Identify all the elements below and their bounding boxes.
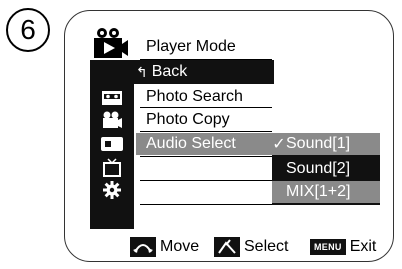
gear-icon[interactable]	[96, 180, 128, 200]
exit-label: Exit	[349, 238, 377, 255]
submenu-option-sound2[interactable]: Sound[2]	[272, 158, 380, 180]
menu-item-divider	[140, 107, 272, 108]
step-number-badge: 6	[6, 8, 50, 52]
checkmark-icon: ✓	[272, 136, 286, 153]
menu-item-audio-select[interactable]: Audio Select	[136, 133, 272, 155]
press-dial-icon	[214, 237, 240, 257]
camera-icon[interactable]	[96, 110, 128, 130]
submenu-option-mix[interactable]: MIX[1+2]	[272, 181, 380, 203]
back-menu-item[interactable]: ↰ Back	[90, 60, 274, 84]
footer-exit: MENU Exit	[310, 236, 376, 258]
empty-row-divider	[140, 204, 272, 205]
step-number: 6	[20, 14, 36, 45]
footer-move: Move	[130, 236, 199, 258]
submenu-option-sound1[interactable]: ✓ Sound[1]	[272, 133, 380, 155]
menu-key-icon: MENU	[310, 239, 346, 255]
submenu-option-label: Sound[2]	[286, 160, 351, 177]
menu-title: Player Mode	[146, 38, 236, 55]
submenu-option-label: MIX[1+2]	[286, 183, 351, 200]
move-label: Move	[160, 238, 200, 255]
footer-select: Select	[214, 236, 288, 258]
memory-card-icon[interactable]	[96, 134, 128, 154]
empty-row-divider	[140, 180, 272, 181]
audio-select-submenu: ✓ Sound[1] Sound[2] MIX[1+2]	[272, 133, 380, 205]
submenu-option-label: Sound[1]	[286, 135, 351, 152]
menu-item-audio-select-label: Audio Select	[146, 135, 236, 152]
select-label: Select	[244, 238, 289, 255]
rotate-dial-icon	[130, 237, 156, 257]
back-arrow-icon: ↰	[136, 63, 148, 80]
player-mode-icon	[90, 26, 130, 62]
menu-item-divider	[140, 156, 272, 157]
menu-item-photo-search[interactable]: Photo Search	[146, 87, 243, 107]
menu-item-divider	[140, 131, 272, 132]
back-label: Back	[151, 63, 188, 80]
tv-icon[interactable]	[96, 158, 128, 178]
tape-icon[interactable]	[96, 88, 128, 108]
menu-item-photo-copy[interactable]: Photo Copy	[146, 110, 230, 130]
